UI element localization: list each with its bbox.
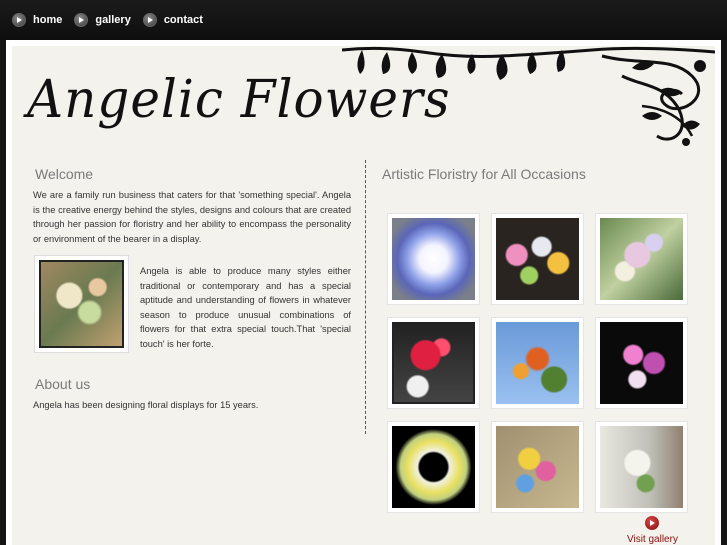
gallery-thumbnail[interactable] [492,422,583,512]
gallery-thumbnail[interactable] [596,214,687,304]
top-navigation-bar: home gallery contact [0,0,727,40]
thumbnail-image [496,426,579,508]
column-divider [365,160,366,434]
gallery-heading: Artistic Floristry for All Occasions [382,166,586,182]
thumbnail-image [496,218,579,300]
gallery-thumbnail[interactable] [388,318,479,408]
arrow-right-icon [74,13,89,27]
thumbnail-image [600,426,683,508]
page-container: Angelic Flowers Welcome We are a family … [6,40,721,545]
arrow-right-icon [142,13,157,27]
thumbnail-image [392,426,475,508]
gallery-thumbnail[interactable] [388,422,479,512]
nav-label: contact [163,14,203,26]
gallery-thumbnail[interactable] [492,318,583,408]
thumbnail-image [600,218,683,300]
content-panel: Angelic Flowers Welcome We are a family … [12,46,715,545]
visit-gallery-label: Visit gallery [627,534,678,545]
gallery-thumbnail[interactable] [388,214,479,304]
arrow-right-icon [12,13,26,27]
main-nav: home gallery contact [12,13,215,27]
thumbnail-image [392,322,475,404]
florist-photo-image [39,260,124,348]
nav-label: home [33,14,63,26]
nav-contact-link[interactable]: contact [142,13,203,27]
nav-home-link[interactable]: home [12,13,62,27]
about-paragraph: Angela has been designing floral display… [33,400,259,410]
styles-paragraph: Angela is able to produce many styles ei… [140,266,351,349]
about-heading: About us [35,376,91,392]
florist-photo [35,256,128,352]
thumbnail-image [392,218,475,300]
decorative-swirl [342,46,715,146]
nav-gallery-link[interactable]: gallery [74,13,131,27]
gallery-thumbnail[interactable] [492,214,583,304]
thumbnail-image [496,322,579,404]
nav-label: gallery [95,14,131,26]
thumbnail-image [600,322,683,404]
welcome-heading: Welcome [35,166,94,182]
arrow-right-icon [645,516,660,530]
gallery-thumbnail[interactable] [596,422,687,512]
welcome-paragraph: We are a family run business that caters… [33,190,351,244]
gallery-thumbnail[interactable] [596,318,687,408]
visit-gallery-link[interactable]: Visit gallery [627,516,678,545]
